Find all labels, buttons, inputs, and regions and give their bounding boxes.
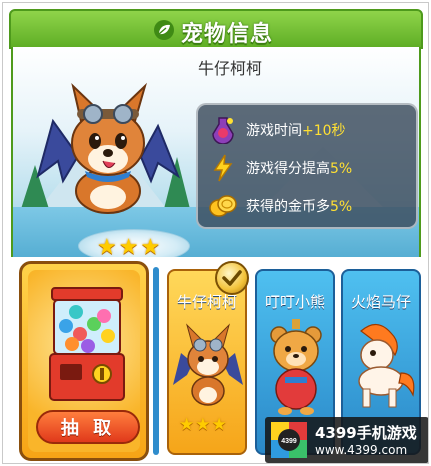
gacha-machine-card[interactable]: 抽 取 <box>19 261 149 461</box>
header-bar: 宠物信息 <box>9 9 423 49</box>
pet-card-label: 叮叮小熊 <box>264 293 325 311</box>
potion-icon <box>206 115 240 145</box>
star-icon: ★ <box>195 415 211 435</box>
card-scroll-divider <box>153 267 159 455</box>
watermark-title: 4399手机游戏 <box>315 424 417 442</box>
pet-name: 牛仔柯柯 <box>198 59 263 78</box>
pet-card-label: 火焰马仔 <box>350 293 411 311</box>
star-icon: ★ <box>211 415 227 435</box>
card-star-rating: ★ ★ ★ <box>179 417 227 434</box>
corgi-pet-image <box>36 82 181 214</box>
bonus-text: 游戏时间+10秒 <box>246 123 346 139</box>
star-icon: ★ <box>118 235 139 258</box>
bonus-row-coins: 获得的金币多5% <box>206 189 352 223</box>
draw-button[interactable]: 抽 取 <box>36 410 140 444</box>
star-icon: ★ <box>179 415 195 435</box>
coins-icon <box>206 191 240 221</box>
site-watermark: 4399 4399手机游戏 www.4399.com <box>265 417 428 463</box>
pet-portrait: ★ ★ ★ <box>33 81 190 257</box>
star-icon: ★ <box>140 235 161 258</box>
pet-card-cowboy-keke[interactable]: 牛仔柯柯 ★ ★ ★ <box>167 269 247 455</box>
star-icon: ★ <box>97 235 117 258</box>
pet-info-window: 宠物信息 牛仔柯柯 ★ ★ ★ 游戏时间+10秒 游戏得分提高5% 获得的金币多… <box>2 2 429 464</box>
selected-check-icon <box>215 261 249 295</box>
bear-pet-thumbnail <box>270 319 322 415</box>
bonus-text: 游戏得分提高5% <box>246 161 353 177</box>
gacha-machine-image <box>49 287 125 401</box>
page-title: 宠物信息 <box>181 22 274 47</box>
pony-pet-thumbnail <box>358 323 415 408</box>
lightning-icon <box>206 153 240 183</box>
bonus-text: 获得的金币多5% <box>246 199 353 215</box>
corgi-pet-thumbnail <box>173 323 243 406</box>
bonus-row-score: 游戏得分提高5% <box>206 151 352 185</box>
pet-bonus-panel: 游戏时间+10秒 游戏得分提高5% 获得的金币多5% <box>196 103 418 229</box>
watermark-url: www.4399.com <box>315 443 408 457</box>
pet-star-rating: ★ ★ ★ <box>97 235 161 258</box>
logo-badge-text: 4399 <box>281 438 297 445</box>
pet-info-panel: 牛仔柯柯 ★ ★ ★ 游戏时间+10秒 游戏得分提高5% 获得的金币多5% <box>11 47 421 257</box>
site-logo: 4399 <box>271 422 307 458</box>
bonus-row-time: 游戏时间+10秒 <box>206 113 346 147</box>
leaf-icon <box>154 20 174 40</box>
